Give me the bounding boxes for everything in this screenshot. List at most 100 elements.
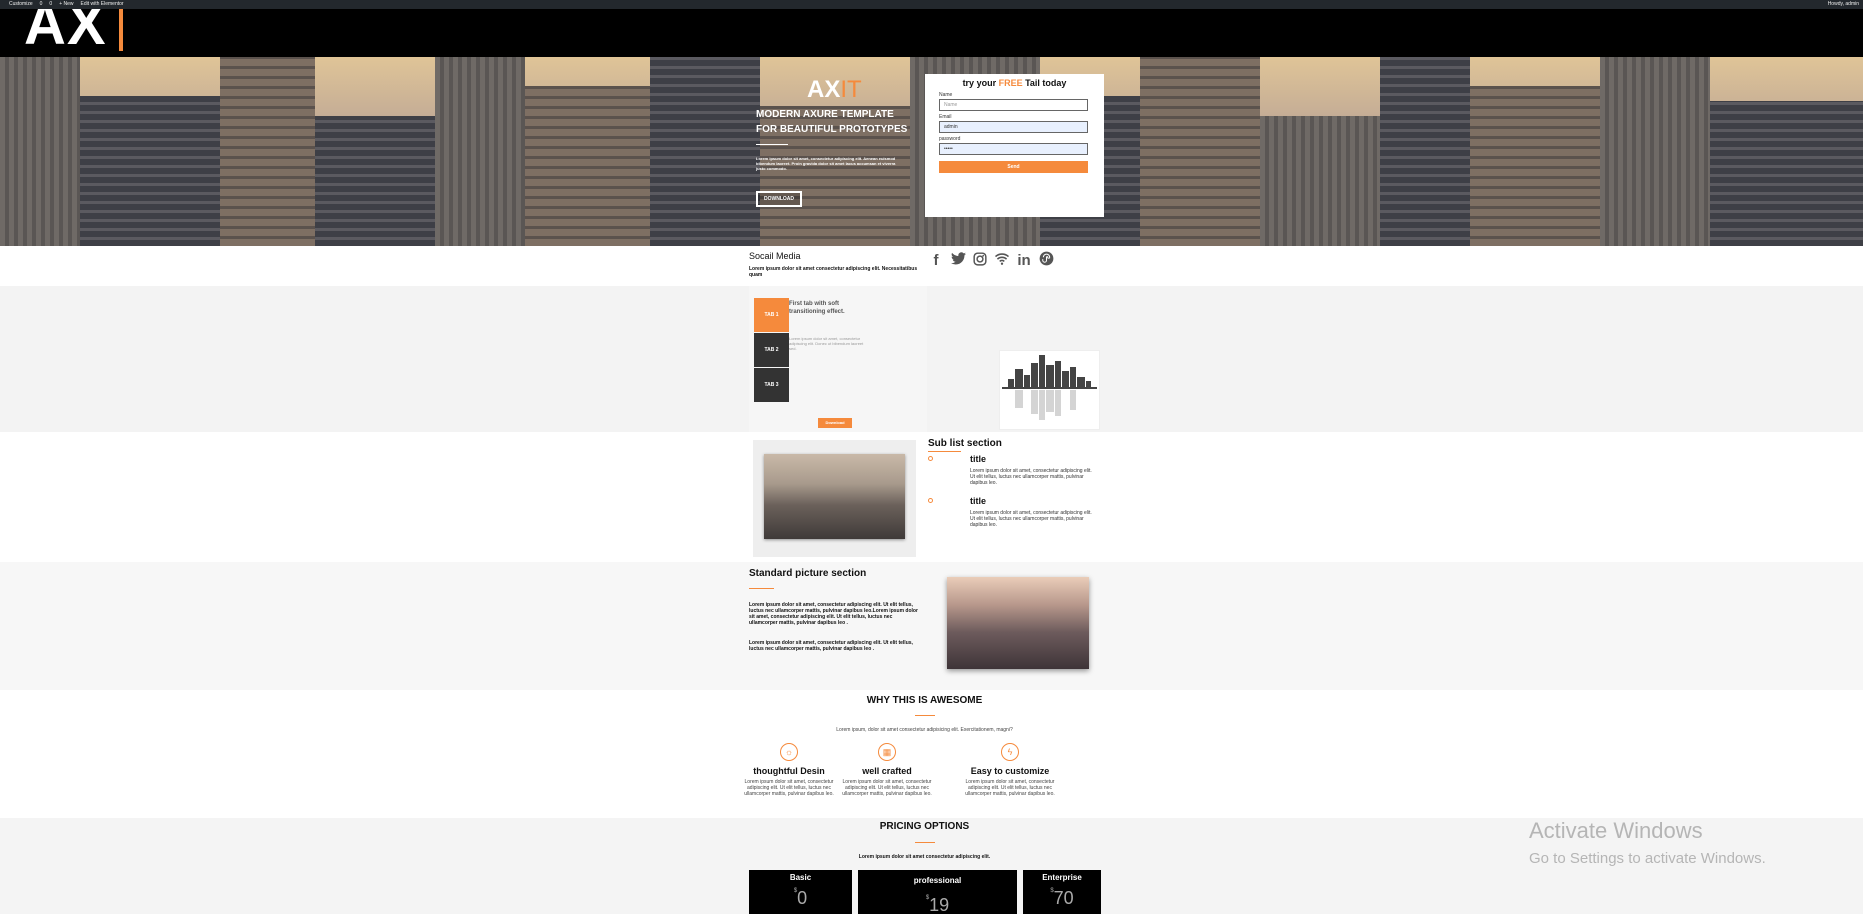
city-skyline-photo	[947, 577, 1089, 669]
tab-3[interactable]: TAB 3	[754, 368, 789, 402]
sublist-title: Sub list section	[928, 438, 1002, 449]
hero-underline	[756, 144, 788, 145]
hero-section: AXIT MODERN AXURE TEMPLATE FOR BEAUTIFUL…	[0, 57, 1863, 246]
feature-card: ϟ Easy to customize Lorem ipsum dolor si…	[960, 743, 1060, 797]
download-button[interactable]: DOWNLOAD	[756, 191, 802, 207]
building	[0, 57, 80, 246]
plan-name: Basic	[789, 873, 812, 882]
name-field[interactable]: Name	[939, 99, 1088, 111]
hero-brand-ax: AX	[807, 76, 841, 103]
features-subtitle: Lorem ipsum, dolor sit amet consectetur …	[836, 727, 1013, 733]
tab-download-button[interactable]: Download	[818, 418, 852, 428]
feature-card: ☼ thoughtful Desin Lorem ipsum dolor sit…	[739, 743, 839, 797]
building	[1380, 57, 1470, 246]
lightbulb-icon: ☼	[780, 743, 798, 761]
admin-bar-comments[interactable]: 0	[49, 0, 52, 9]
features-title: WHY THIS IS AWESOME	[866, 695, 983, 706]
logo-text: AX	[24, 9, 107, 57]
lightning-icon: ϟ	[1001, 743, 1019, 761]
building	[315, 116, 435, 246]
tab-heading: First tab with soft transitioning effect…	[789, 301, 845, 315]
building	[525, 86, 650, 246]
standard-picture-underline	[749, 588, 774, 589]
password-label: password	[939, 136, 961, 142]
hero-brand: AXIT	[807, 76, 862, 104]
tab-2[interactable]: TAB 2	[754, 333, 789, 367]
pricing-card-basic[interactable]: Basic $0	[749, 870, 852, 914]
twitter-icon[interactable]	[950, 252, 966, 269]
tabs-section: TAB 1 TAB 2 TAB 3 First tab with soft tr…	[0, 286, 1863, 432]
building	[220, 57, 315, 246]
list-item-title: title	[970, 454, 987, 464]
wifi-icon[interactable]	[994, 252, 1010, 269]
feature-title: Easy to customize	[970, 766, 1050, 776]
email-label: Email	[939, 114, 952, 120]
pricing-underline	[915, 842, 935, 843]
windows-activation-watermark: Activate Windows Go to Settings to activ…	[1529, 818, 1766, 867]
hero-brand-it: IT	[840, 76, 862, 103]
admin-bar: Customize 0 0 + New Edit with Elementor …	[0, 0, 1863, 9]
facebook-icon[interactable]: f	[928, 252, 944, 269]
hero-headline: MODERN AXURE TEMPLATE FOR BEAUTIFUL PROT…	[756, 107, 926, 137]
hero-lorem: Lorem ipsum dolor sit amet, consectetur …	[756, 156, 896, 171]
building	[1260, 116, 1380, 246]
building	[1470, 86, 1600, 246]
feature-title: well crafted	[862, 766, 912, 776]
stumbleupon-icon[interactable]	[1038, 251, 1054, 270]
signup-title-pre: try your	[962, 78, 999, 88]
site-header: AX	[0, 9, 1863, 57]
building	[1600, 57, 1710, 246]
plan-price-value: 70	[1053, 888, 1074, 908]
plan-price-value: 19	[929, 895, 950, 914]
keyboard-icon: ▦	[878, 743, 896, 761]
watermark-line1: Activate Windows	[1529, 818, 1703, 843]
snowy-city-photo	[764, 454, 905, 539]
standard-picture-section: Standard picture section Lorem ipsum dol…	[0, 562, 1863, 690]
signup-title: try your FREE Tail today	[939, 78, 1090, 88]
pricing-card-enterprise[interactable]: Enterprise $70	[1023, 870, 1101, 914]
admin-bar-new[interactable]: + New	[59, 0, 73, 9]
standard-picture-title: Standard picture section	[749, 568, 867, 579]
admin-bar-customize[interactable]: Customize	[9, 0, 33, 9]
signup-title-free: FREE	[998, 78, 1023, 88]
page: Customize 0 0 + New Edit with Elementor …	[0, 0, 1863, 914]
features-section: WHY THIS IS AWESOME Lorem ipsum, dolor s…	[0, 690, 1863, 818]
building	[1710, 101, 1863, 246]
social-title: Socail Media	[749, 251, 801, 261]
password-field[interactable]: •••••	[939, 143, 1088, 155]
sublist-underline	[928, 451, 961, 452]
list-bullet-icon	[928, 456, 933, 461]
building	[435, 57, 525, 246]
feature-card: ▦ well crafted Lorem ipsum dolor sit ame…	[837, 743, 937, 797]
standard-picture-paragraph: Lorem ipsum dolor sit amet, consectetur …	[749, 602, 918, 626]
plan-price: $19	[858, 895, 1017, 914]
feature-text: Lorem ipsum dolor sit amet, consectetur …	[965, 779, 1055, 797]
instagram-icon[interactable]	[972, 251, 988, 270]
linkedin-icon[interactable]: in	[1016, 252, 1032, 269]
plan-name: professional	[913, 876, 962, 885]
social-icons: f in	[928, 251, 1054, 270]
admin-bar-updates[interactable]: 0	[40, 0, 43, 9]
features-underline	[915, 715, 935, 716]
email-field[interactable]: admin	[939, 121, 1088, 133]
site-logo[interactable]: AX	[24, 9, 123, 57]
send-button[interactable]: Send	[939, 161, 1088, 173]
list-item-text: Lorem ipsum dolor sit amet, consectetur …	[970, 510, 1092, 528]
admin-bar-elementor[interactable]: Edit with Elementor	[81, 0, 124, 9]
skyline-image	[999, 350, 1100, 430]
admin-bar-howdy[interactable]: Howdy, admin	[1828, 0, 1859, 9]
list-item-title: title	[970, 496, 987, 506]
hero-headline-line1: MODERN AXURE TEMPLATE	[756, 109, 894, 120]
sublist-section: Sub list section title Lorem ipsum dolor…	[0, 432, 1863, 562]
plan-price-value: 0	[797, 888, 808, 908]
pricing-card-professional[interactable]: professional $19	[858, 870, 1017, 914]
tab-1[interactable]: TAB 1	[754, 298, 789, 332]
signup-title-post: Tail today	[1022, 78, 1067, 88]
building	[650, 57, 760, 246]
hero-headline-line2: FOR BEAUTIFUL PROTOTYPES	[756, 124, 908, 135]
name-label: Name	[939, 92, 953, 98]
feature-text: Lorem ipsum dolor sit amet, consectetur …	[744, 779, 834, 797]
signup-form: try your FREE Tail today Name Name Email…	[925, 74, 1104, 217]
list-bullet-icon	[928, 498, 933, 503]
standard-picture-paragraph: Lorem ipsum dolor sit amet, consectetur …	[749, 640, 913, 652]
